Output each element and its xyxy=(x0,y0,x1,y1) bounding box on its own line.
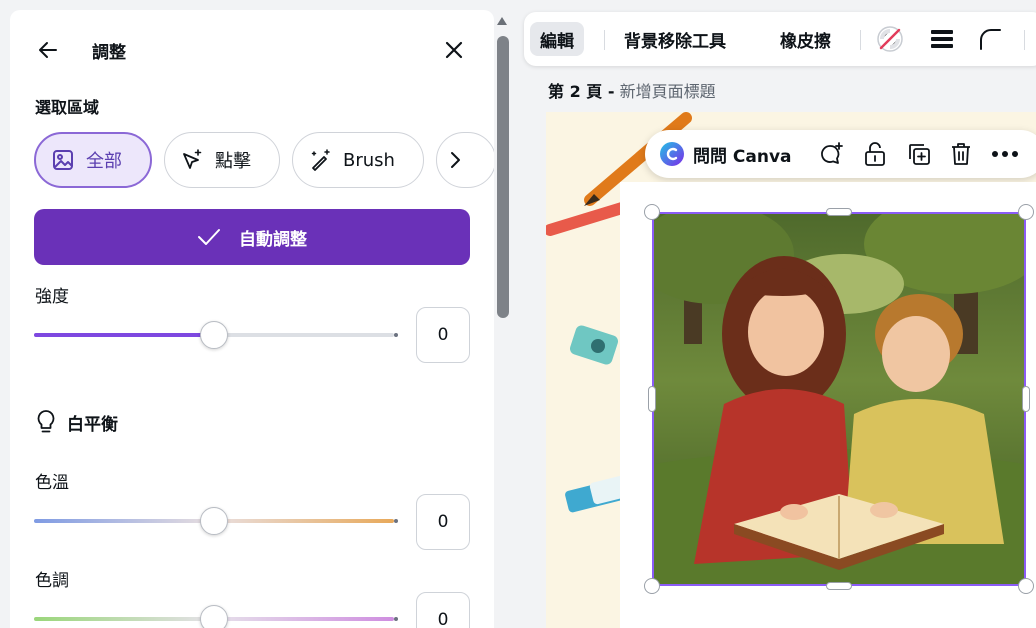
chip-click-label: 點擊 xyxy=(215,151,251,172)
pencil-illustration xyxy=(546,202,626,236)
scroll-up-button[interactable] xyxy=(495,14,509,28)
ask-canva-button[interactable]: 問問 Canva xyxy=(659,140,792,168)
image-icon xyxy=(50,147,76,173)
temperature-label: 色溫 xyxy=(35,473,69,493)
adjust-panel: 調整 選取區域 全部 點擊 Brush 自動調整 強度 0 白平衡 色溫 0 色… xyxy=(10,10,494,628)
transparency-icon[interactable] xyxy=(876,25,904,53)
lightbulb-icon xyxy=(37,410,55,433)
chip-all[interactable]: 全部 xyxy=(34,132,152,188)
resize-handle-bottom-right[interactable] xyxy=(1018,578,1034,594)
resize-handle-left[interactable] xyxy=(648,386,656,412)
chip-brush-label: Brush xyxy=(343,149,395,171)
ask-canva-label: 問問 Canva xyxy=(693,146,792,167)
white-balance-heading: 白平衡 xyxy=(35,408,118,436)
click-sparkle-icon xyxy=(179,147,205,173)
selection-area-label: 選取區域 xyxy=(35,98,100,117)
lock-icon[interactable] xyxy=(861,140,889,168)
children-reading-illustration xyxy=(654,214,1024,584)
temperature-slider[interactable] xyxy=(34,506,398,536)
chevron-right-icon xyxy=(451,152,460,168)
trash-icon[interactable] xyxy=(947,140,975,168)
toolbar-divider xyxy=(604,30,605,50)
image-edit-toolbar: 編輯 背景移除工具 橡皮擦 xyxy=(524,12,1036,66)
tab-bg-remover[interactable]: 背景移除工具 xyxy=(624,22,726,56)
panel-scrollbar-thumb[interactable] xyxy=(497,36,509,318)
tint-value[interactable]: 0 xyxy=(416,592,470,628)
slider-fill xyxy=(34,333,214,337)
tint-label: 色調 xyxy=(35,571,69,591)
resize-handle-right[interactable] xyxy=(1022,386,1030,412)
selection-chips: 全部 點擊 Brush xyxy=(34,132,494,188)
tab-eraser[interactable]: 橡皮擦 xyxy=(780,22,831,56)
line-weight-icon[interactable] xyxy=(928,25,956,53)
slider-end-dot xyxy=(394,617,398,621)
page-title-bar: 第 2 頁 - 新增頁面標題 xyxy=(548,78,716,102)
close-icon xyxy=(445,41,463,59)
caret-up-icon xyxy=(497,17,507,25)
chip-click[interactable]: 點擊 xyxy=(164,132,280,188)
auto-adjust-label: 自動調整 xyxy=(239,229,307,250)
tint-slider[interactable] xyxy=(34,604,398,628)
chip-brush[interactable]: Brush xyxy=(292,132,424,188)
corner-rounding-icon[interactable] xyxy=(976,25,1004,53)
resize-handle-top[interactable] xyxy=(826,208,852,216)
slider-thumb[interactable] xyxy=(200,321,228,349)
page-title-input[interactable]: 新增頁面標題 xyxy=(620,82,716,101)
intensity-value[interactable]: 0 xyxy=(416,307,470,363)
page-number: 第 2 頁 - xyxy=(548,82,615,101)
intensity-label: 強度 xyxy=(35,287,69,307)
temperature-value[interactable]: 0 xyxy=(416,494,470,550)
more-options-icon[interactable] xyxy=(991,140,1019,168)
add-comment-icon[interactable] xyxy=(817,140,845,168)
arrow-left-icon xyxy=(39,42,57,58)
magic-brush-icon xyxy=(307,147,333,173)
tab-edit[interactable]: 編輯 xyxy=(530,22,584,56)
close-button[interactable] xyxy=(440,36,468,64)
slider-thumb[interactable] xyxy=(200,507,228,535)
back-button[interactable] xyxy=(34,36,62,64)
resize-handle-top-left[interactable] xyxy=(644,204,660,220)
selected-photo[interactable] xyxy=(652,212,1026,586)
checkmark-icon xyxy=(198,229,220,245)
panel-title: 調整 xyxy=(92,43,126,63)
toolbar-divider xyxy=(860,30,861,50)
canva-editor: 調整 選取區域 全部 點擊 Brush 自動調整 強度 0 白平衡 色溫 0 色… xyxy=(0,0,1036,628)
white-balance-label: 白平衡 xyxy=(67,414,118,435)
toolbar-divider xyxy=(1024,30,1025,50)
auto-adjust-button[interactable]: 自動調整 xyxy=(34,209,470,265)
slider-end-dot xyxy=(394,519,398,523)
sharpener-illustration xyxy=(570,325,618,365)
chip-all-label: 全部 xyxy=(86,151,122,172)
canva-logo-icon xyxy=(660,142,684,166)
panel-header: 調整 xyxy=(10,34,494,66)
chips-scroll-button[interactable] xyxy=(436,132,494,188)
resize-handle-bottom[interactable] xyxy=(826,582,852,590)
duplicate-icon[interactable] xyxy=(905,140,933,168)
intensity-slider[interactable] xyxy=(34,320,398,350)
element-floating-toolbar: 問問 Canva xyxy=(645,130,1036,178)
resize-handle-top-right[interactable] xyxy=(1018,204,1034,220)
slider-thumb[interactable] xyxy=(200,605,228,628)
resize-handle-bottom-left[interactable] xyxy=(644,578,660,594)
slider-end-dot xyxy=(394,333,398,337)
